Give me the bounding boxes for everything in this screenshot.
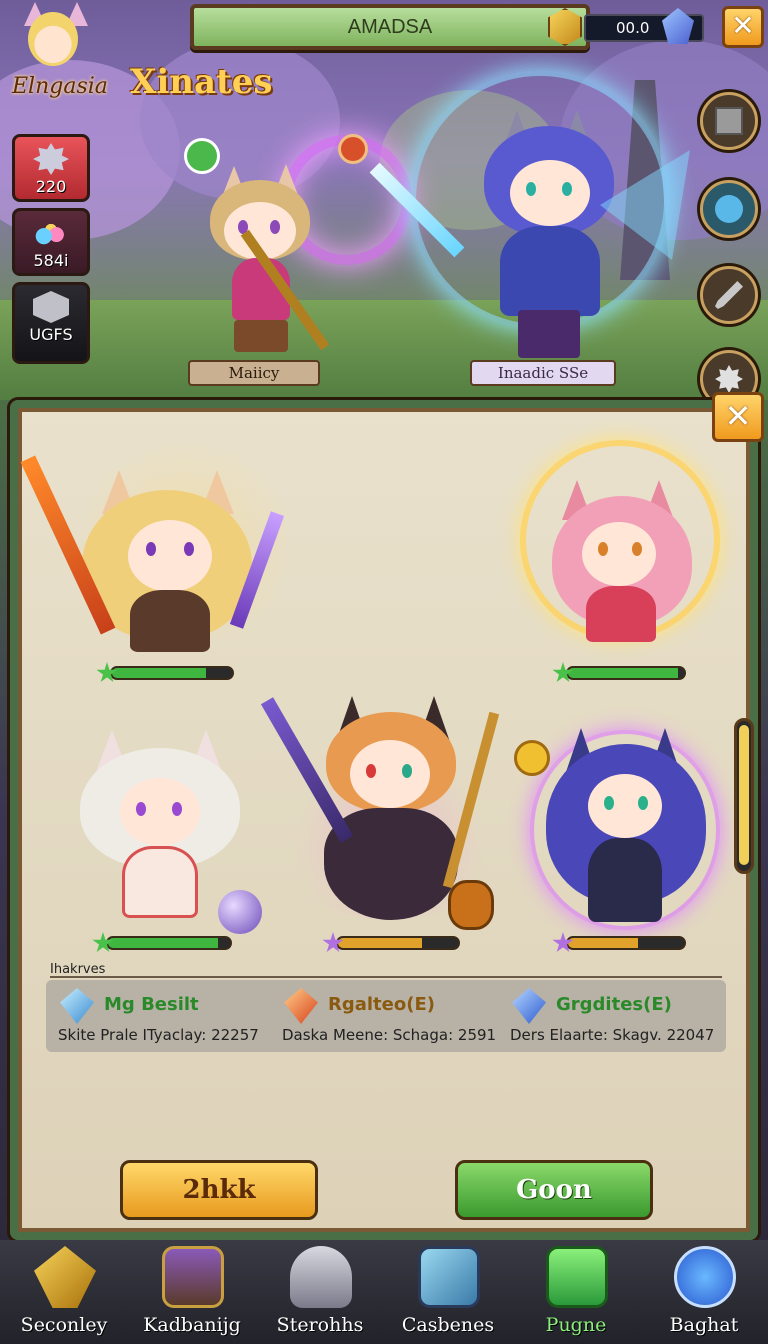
hero-name-text: Inaadic SSe xyxy=(497,364,589,382)
hp-bar xyxy=(336,936,460,950)
menu-icon xyxy=(674,1246,736,1308)
armor-icon xyxy=(290,1246,352,1308)
notes-button[interactable] xyxy=(700,92,758,150)
hp-bar-fill xyxy=(108,938,218,948)
stat-value: 220 xyxy=(35,177,67,196)
roster-scrollbar[interactable] xyxy=(734,718,754,874)
info-sub: Daska Meene: Schaga: 2591 xyxy=(282,1026,497,1044)
hero-inaadic[interactable] xyxy=(369,110,690,360)
hp-bar-fill xyxy=(338,938,422,948)
info-item-1[interactable]: Mg Besilt Skite Prale ITyaclay: 22257 xyxy=(52,984,276,1048)
nav-item-pugne[interactable]: Pugne xyxy=(512,1240,640,1344)
info-title: Grgdites(E) xyxy=(556,994,672,1015)
orange-crystal-icon xyxy=(284,988,318,1024)
nav-item-baghat[interactable]: Baghat xyxy=(640,1240,768,1344)
info-item-2[interactable]: Rgalteo(E) Daska Meene: Schaga: 2591 xyxy=(276,984,506,1048)
button-label: 2hkk xyxy=(182,1175,256,1205)
gold-crystal-icon xyxy=(34,1246,96,1308)
tools-button[interactable] xyxy=(700,266,758,324)
nav-label: Seconley xyxy=(20,1314,108,1336)
nav-label: Baghat xyxy=(669,1314,739,1336)
hero-maiicy[interactable] xyxy=(180,160,340,360)
nav-item-casbenes[interactable]: Casbenes xyxy=(384,1240,512,1344)
info-item-3[interactable]: Grgdites(E) Ders Elaarte: Skagv. 22047 xyxy=(504,984,724,1048)
divider xyxy=(50,976,722,978)
nav-item-kadbanijg[interactable]: Kadbanijg xyxy=(128,1240,256,1344)
nav-item-seconley[interactable]: Seconley xyxy=(0,1240,128,1344)
blue-crystal-icon xyxy=(60,988,94,1024)
info-title: Mg Besilt xyxy=(104,994,199,1015)
button-label: Goon xyxy=(516,1175,592,1205)
nav-label: Casbenes xyxy=(401,1314,495,1336)
gem-pile-icon xyxy=(33,217,69,249)
gear-icon xyxy=(33,143,69,175)
hero-name-inaadic: Inaadic SSe xyxy=(470,360,616,386)
nav-label: Kadbanijg xyxy=(143,1314,241,1336)
hp-bar-fill xyxy=(568,938,638,948)
potion-icon xyxy=(715,195,743,223)
stat-gear[interactable]: 220 xyxy=(12,134,90,202)
treasure-chest-icon xyxy=(162,1246,224,1308)
stat-value: 584i xyxy=(33,251,69,270)
banner-title: AMADSA xyxy=(347,16,433,38)
roster-hero-4[interactable] xyxy=(260,690,500,940)
hp-bar-fill xyxy=(112,668,206,678)
section-label: Ihakrves xyxy=(50,962,106,977)
stat-gems[interactable]: 584i xyxy=(12,208,90,276)
hp-bar xyxy=(566,666,686,680)
battle-scene xyxy=(0,0,768,400)
hero-name-maiicy: Maiicy xyxy=(188,360,320,386)
hp-bar xyxy=(110,666,234,680)
info-title: Rgalteo(E) xyxy=(328,994,435,1015)
player-avatar[interactable] xyxy=(10,2,96,74)
info-sub: Skite Prale ITyaclay: 22257 xyxy=(58,1026,259,1044)
hp-bar-fill xyxy=(568,668,679,678)
hp-bar xyxy=(106,936,232,950)
scrollbar-thumb[interactable] xyxy=(739,725,749,865)
go-button[interactable]: Goon xyxy=(455,1160,653,1220)
info-sub: Ders Elaarte: Skagv. 22047 xyxy=(510,1026,715,1044)
left-action-button[interactable]: 2hkk xyxy=(120,1160,318,1220)
map-icon xyxy=(418,1246,480,1308)
title-banner: AMADSA xyxy=(190,4,590,50)
currency-value: 00.0 xyxy=(616,19,650,37)
notebook-icon xyxy=(715,107,743,135)
green-crystal-icon xyxy=(546,1246,608,1308)
info-box: Mg Besilt Skite Prale ITyaclay: 22257 Rg… xyxy=(46,980,726,1052)
blue-crystal-icon xyxy=(512,988,546,1024)
close-panel-button[interactable]: ✕ xyxy=(712,392,764,442)
nav-label: Sterohhs xyxy=(276,1314,364,1336)
stat-ugfs[interactable]: UGFS xyxy=(12,282,90,364)
nav-item-sterohhs[interactable]: Sterohhs xyxy=(256,1240,384,1344)
close-button-top[interactable]: ✕ xyxy=(722,6,764,48)
roster-hero-3[interactable] xyxy=(60,720,262,934)
roster-hero-5[interactable] xyxy=(530,710,720,940)
stat-value: UGFS xyxy=(29,325,73,344)
hero-name-text: Maiicy xyxy=(228,364,280,382)
game-logo: Elngasia xyxy=(12,74,108,99)
roster-hero-2[interactable] xyxy=(520,440,730,660)
wrench-icon xyxy=(715,281,743,309)
potion-button[interactable] xyxy=(700,180,758,238)
crystal-cube-icon xyxy=(33,291,69,323)
nav-label: Pugne xyxy=(545,1314,607,1336)
roster-hero-1[interactable] xyxy=(20,430,290,670)
page-title: Xinates xyxy=(130,62,273,102)
gear-icon xyxy=(715,365,743,393)
hp-bar xyxy=(566,936,686,950)
